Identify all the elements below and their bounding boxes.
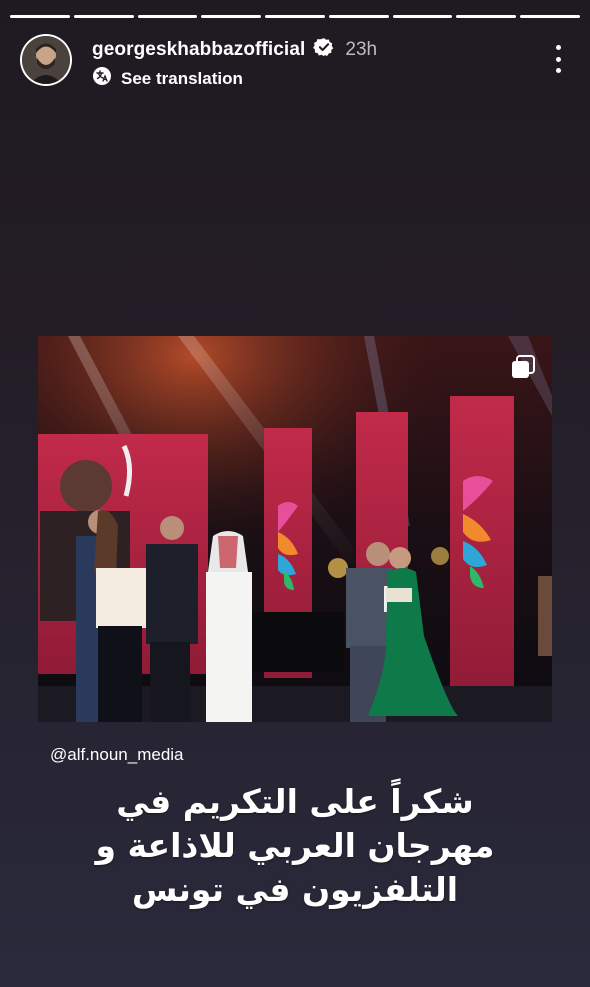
- username[interactable]: georgeskhabbazofficial: [92, 39, 305, 61]
- progress-segment: [201, 15, 262, 18]
- post-time: 23h: [345, 38, 378, 60]
- mention-tag[interactable]: @alf.noun_media: [50, 745, 184, 765]
- progress-segment: [392, 15, 453, 18]
- story-caption: شكراً على التكريم في مهرجان العربي للاذا…: [60, 780, 530, 912]
- story-header: georgeskhabbazofficial 23h See translati…: [20, 32, 570, 88]
- progress-segment: [328, 15, 389, 18]
- translate-icon: [92, 66, 112, 91]
- verified-badge-icon: [313, 36, 335, 63]
- user-row: georgeskhabbazofficial 23h: [92, 36, 377, 63]
- caption-line: التلفزيون في تونس: [131, 870, 459, 909]
- progress-segment: [520, 15, 581, 18]
- see-translation-label: See translation: [121, 68, 243, 88]
- caption-line: مهرجان العربي للاذاعة و: [95, 826, 495, 865]
- see-translation-button[interactable]: See translation: [92, 66, 243, 91]
- story-progress-bar: [10, 15, 581, 18]
- more-options-icon[interactable]: [546, 42, 570, 76]
- progress-segment: [73, 15, 134, 18]
- avatar[interactable]: [20, 34, 72, 86]
- progress-segment: [265, 15, 325, 18]
- multiple-images-icon: [510, 354, 536, 380]
- caption-line: شكراً على التكريم في: [116, 782, 474, 821]
- progress-segment: [10, 15, 70, 18]
- progress-segment: [137, 15, 198, 18]
- story-photo: [38, 336, 552, 722]
- progress-segment: [456, 15, 517, 18]
